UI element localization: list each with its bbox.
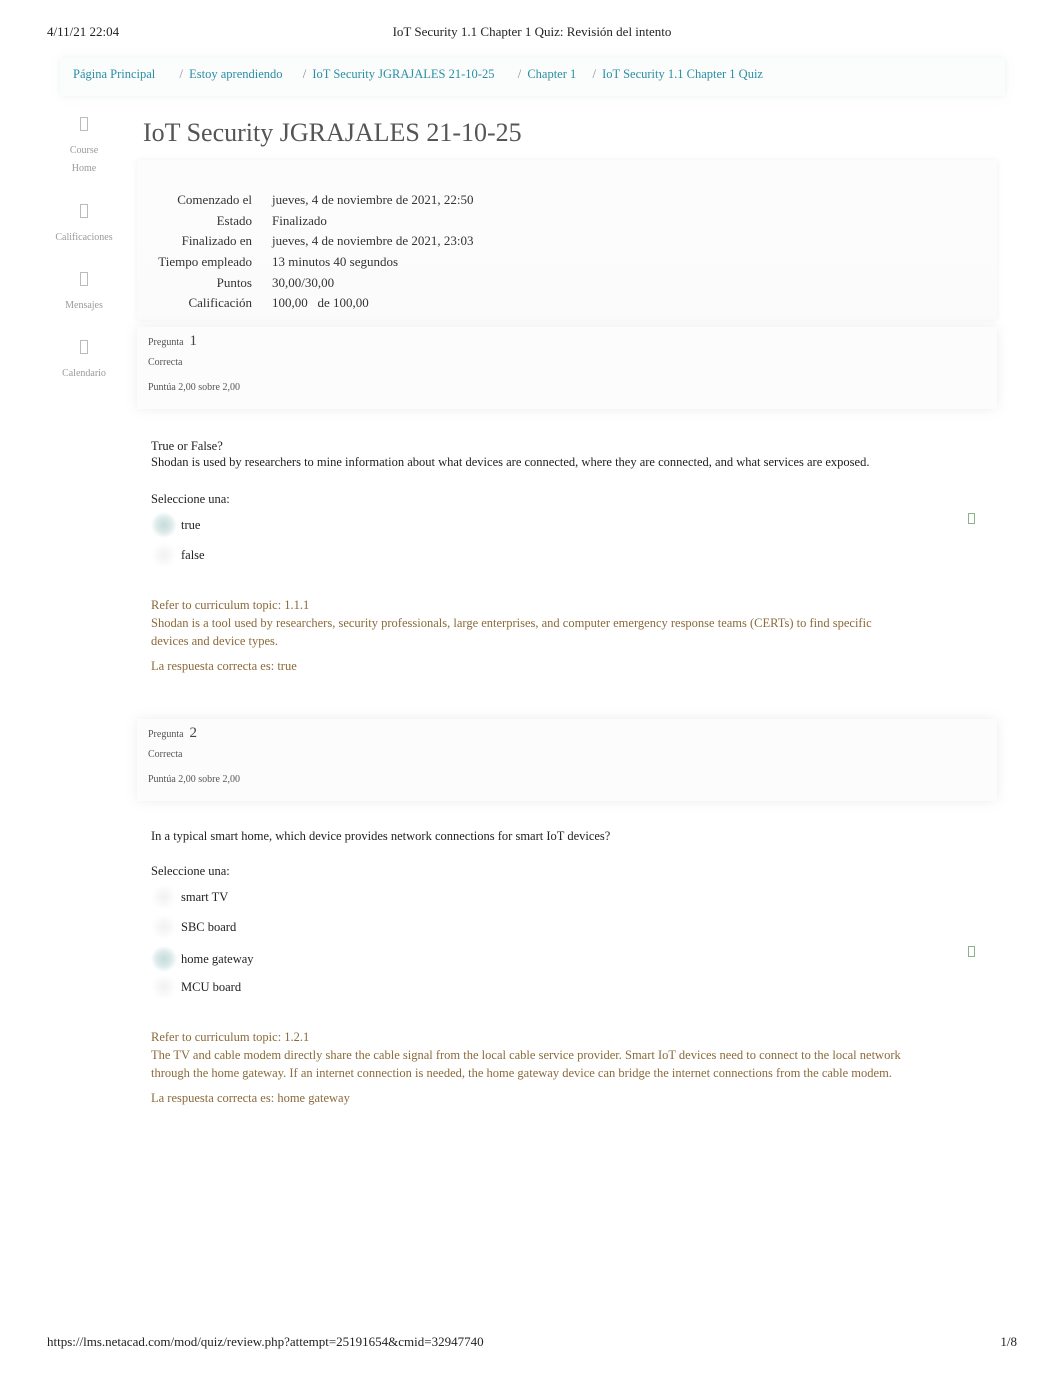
- messages-icon: [80, 272, 88, 286]
- summary-row: Calificación 100,00 de 100,00: [145, 293, 473, 314]
- sidebar-item-calendar[interactable]: Calendario: [48, 340, 120, 383]
- question-state: Correcta: [148, 357, 183, 368]
- sidebar-item-label: Calificaciones: [55, 232, 113, 243]
- question-text-line: In a typical smart home, which device pr…: [151, 829, 611, 843]
- answer-option-sbc-board[interactable]: SBC board: [151, 914, 451, 944]
- radio-button-selected[interactable]: [151, 512, 177, 538]
- right-answer: La respuesta correcta es: home gateway: [151, 1091, 350, 1105]
- summary-key: Tiempo empleado: [158, 254, 252, 270]
- breadcrumb-quiz[interactable]: IoT Security 1.1 Chapter 1 Quiz: [602, 67, 763, 82]
- summary-row: Tiempo empleado 13 minutos 40 segundos: [145, 252, 473, 273]
- sidebar-item-label: Home: [71, 163, 97, 174]
- page-url: https://lms.netacad.com/mod/quiz/review.…: [47, 1334, 484, 1349]
- feedback-text: The TV and cable modem directly share th…: [151, 1048, 901, 1080]
- summary-key: Comenzado el: [177, 192, 252, 208]
- correct-check-icon: [968, 513, 975, 524]
- question-number: 1: [189, 333, 198, 349]
- radio-button[interactable]: [151, 974, 177, 1000]
- answer-option-home-gateway[interactable]: home gateway: [151, 946, 451, 976]
- breadcrumb-separator: /: [302, 67, 307, 81]
- summary-value: jueves, 4 de noviembre de 2021, 22:50: [272, 192, 474, 208]
- question-grade: Puntúa 2,00 sobre 2,00: [148, 774, 240, 785]
- answer-option-mcu-board[interactable]: MCU board: [151, 974, 451, 1004]
- answer-label: MCU board: [181, 980, 242, 994]
- answer-label: smart TV: [181, 890, 229, 904]
- question-2-feedback: Refer to curriculum topic: 1.2.1 The TV …: [151, 1028, 921, 1107]
- page-number: 1/8: [1000, 1334, 1017, 1349]
- summary-key: Puntos: [216, 274, 252, 290]
- question-2-info: Pregunta 2 Correcta Puntúa 2,00 sobre 2,0…: [137, 719, 997, 801]
- breadcrumb-bar: Página Principal / Estoy aprendiendo / I…: [60, 58, 1005, 96]
- home-icon: [80, 117, 88, 131]
- question-1-info: Pregunta 1 Correcta Puntúa 2,00 sobre 2,0…: [137, 327, 997, 409]
- summary-value: 100,00 de 100,00: [272, 295, 369, 311]
- summary-row: Estado Finalizado: [145, 211, 473, 232]
- question-2-text: In a typical smart home, which device pr…: [151, 828, 610, 844]
- feedback-topic: Refer to curriculum topic: 1.1.1: [151, 598, 310, 612]
- question-number: 2: [189, 725, 198, 741]
- sidebar-item-course-home[interactable]: Course Home: [48, 117, 120, 178]
- question-1-text: True or False? Shodan is used by researc…: [151, 438, 869, 470]
- sidebar-item-label: Calendario: [62, 368, 106, 379]
- breadcrumb-course[interactable]: IoT Security JGRAJALES 21-10-25: [312, 67, 494, 82]
- print-header: 4/11/21 22:04 IoT Security 1.1 Chapter 1…: [47, 24, 1017, 42]
- radio-button[interactable]: [151, 542, 177, 568]
- print-title: IoT Security 1.1 Chapter 1 Quiz: Revisió…: [392, 24, 672, 39]
- answer-label: true: [181, 518, 201, 532]
- summary-value: 13 minutos 40 segundos: [272, 254, 399, 270]
- answer-label: SBC board: [181, 920, 237, 934]
- breadcrumb-separator: /: [517, 67, 522, 81]
- question-grade: Puntúa 2,00 sobre 2,00: [148, 382, 240, 393]
- question-1-prompt: Seleccione una:: [151, 492, 230, 506]
- summary-key: Finalizado en: [181, 233, 252, 249]
- question-label: Pregunta: [148, 337, 184, 348]
- sidebar-item-label: Mensajes: [65, 300, 103, 311]
- summary-row: Finalizado en jueves, 4 de noviembre de …: [145, 231, 474, 252]
- breadcrumb-learning[interactable]: Estoy aprendiendo: [189, 67, 282, 82]
- answer-label: false: [181, 548, 205, 562]
- summary-value: jueves, 4 de noviembre de 2021, 23:03: [272, 233, 474, 249]
- question-state: Correcta: [148, 749, 183, 760]
- answer-option-false[interactable]: false: [151, 542, 451, 572]
- summary-key: Calificación: [188, 295, 252, 311]
- summary-value: 30,00/30,00: [272, 274, 335, 290]
- radio-button[interactable]: [151, 914, 177, 940]
- sidebar-item-grades[interactable]: Calificaciones: [48, 204, 120, 247]
- question-2-prompt: Seleccione una:: [151, 864, 230, 878]
- radio-button[interactable]: [151, 884, 177, 910]
- page-title: IoT Security JGRAJALES 21-10-25: [143, 118, 522, 147]
- question-text-line: Shodan is used by researchers to mine in…: [151, 455, 870, 469]
- summary-row: Comenzado el jueves, 4 de noviembre de 2…: [145, 190, 473, 211]
- summary-value: Finalizado: [272, 212, 327, 228]
- question-label: Pregunta: [148, 729, 184, 740]
- correct-check-icon: [968, 946, 975, 957]
- answer-option-true[interactable]: true: [151, 512, 451, 542]
- sidebar-item-messages[interactable]: Mensajes: [48, 272, 120, 315]
- answer-label: home gateway: [181, 952, 254, 966]
- breadcrumb: Página Principal / Estoy aprendiendo / I…: [73, 67, 763, 82]
- sidebar-item-label: Course: [69, 145, 99, 156]
- breadcrumb-separator: /: [179, 67, 184, 81]
- answer-option-smart-tv[interactable]: smart TV: [151, 884, 451, 914]
- summary-key: Estado: [216, 212, 252, 228]
- breadcrumb-home[interactable]: Página Principal: [73, 67, 155, 82]
- summary-row: Puntos 30,00/30,00: [145, 272, 473, 293]
- breadcrumb-chapter[interactable]: Chapter 1: [527, 67, 576, 82]
- feedback-text: Shodan is a tool used by researchers, se…: [151, 616, 872, 648]
- feedback-topic: Refer to curriculum topic: 1.2.1: [151, 1030, 310, 1044]
- radio-button-selected[interactable]: [151, 946, 177, 972]
- breadcrumb-separator: /: [592, 67, 596, 81]
- grades-icon: [80, 204, 88, 218]
- question-text-line: True or False?: [151, 439, 223, 453]
- attempt-summary-table: Comenzado el jueves, 4 de noviembre de 2…: [145, 190, 473, 314]
- calendar-icon: [80, 340, 88, 354]
- question-1-feedback: Refer to curriculum topic: 1.1.1 Shodan …: [151, 596, 911, 675]
- right-answer: La respuesta correcta es: true: [151, 659, 297, 673]
